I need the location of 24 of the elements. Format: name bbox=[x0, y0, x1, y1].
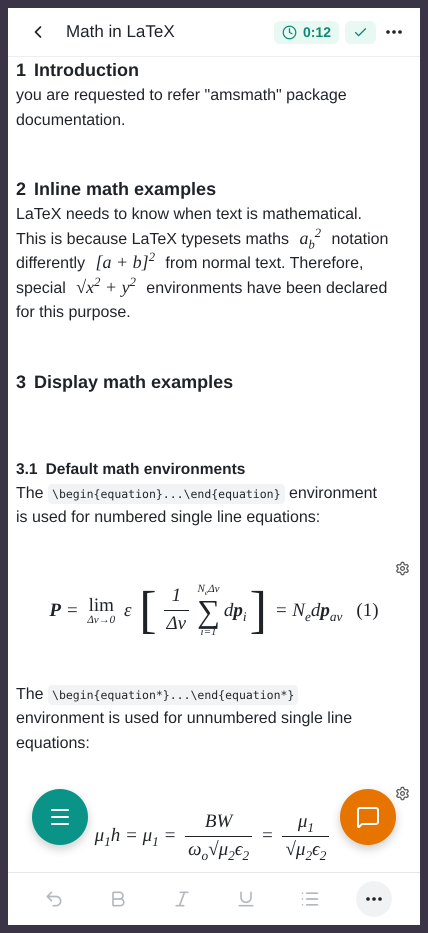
page-title: Math in LaTeX bbox=[66, 22, 176, 42]
chat-bubble-icon bbox=[356, 805, 380, 829]
paragraph: LaTeX needs to know when text is mathematical. This is because LaTeX typesets maths a$_{b}$$^{2}$ notation differently [a + b]$^{2}$ from normal text. Therefore, special √x$^{2}$ + y$^{2}$ environments have been declared for this purpose. bbox=[16, 205, 390, 323]
paragraph: you are requested to refer "amsmath" package documentation. bbox=[16, 86, 348, 130]
paragraph: The \begin{equation*}...\end{equation*} environment is used for unnumbered single line equations: bbox=[16, 684, 354, 754]
section-number: 3.1 bbox=[16, 460, 38, 478]
more-icon bbox=[386, 30, 402, 34]
settings-icon[interactable] bbox=[395, 560, 410, 576]
clock-icon bbox=[282, 24, 297, 40]
settings-icon[interactable] bbox=[395, 786, 410, 801]
equation-number: (1) bbox=[356, 600, 379, 622]
section-number: 3 bbox=[16, 372, 26, 392]
menu-button[interactable] bbox=[32, 789, 88, 845]
section-number: 1 bbox=[16, 60, 26, 81]
section-number: 2 bbox=[16, 179, 26, 200]
section-heading: Introduction bbox=[34, 60, 139, 81]
section-heading: Display math examples bbox=[34, 372, 234, 392]
section-heading: Default math environments bbox=[46, 460, 246, 478]
section-heading: Inline math examples bbox=[34, 179, 216, 200]
more-icon bbox=[366, 897, 382, 901]
underline-icon bbox=[236, 889, 256, 909]
timer-badge[interactable]: 0:12 bbox=[274, 20, 339, 44]
paragraph: The \begin{equation}...\end{equation} environment is used for numbered single line equations: bbox=[16, 482, 378, 528]
undo-icon bbox=[44, 889, 64, 909]
